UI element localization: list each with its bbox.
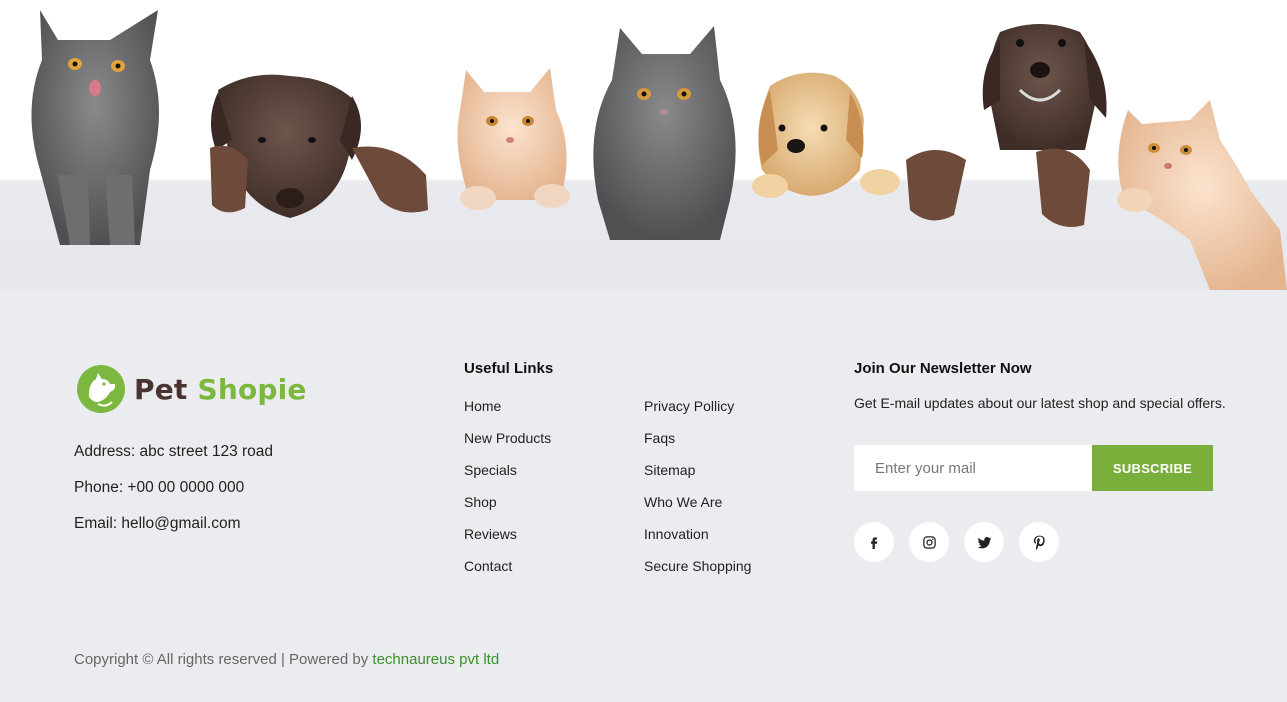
footer-link-faqs[interactable]: Faqs [644,429,751,461]
footer-link-privacy-policy[interactable]: Privacy Pollicy [644,397,751,429]
brand-name-part1: Pet [134,372,188,406]
footer-link-innovation[interactable]: Innovation [644,525,751,557]
footer-link-sitemap[interactable]: Sitemap [644,461,751,493]
hero-banner-image [0,0,1287,290]
newsletter-title: Join Our Newsletter Now [854,360,1032,377]
instagram-icon [922,535,936,549]
pet-logo-icon [77,365,125,413]
footer-link-reviews[interactable]: Reviews [464,525,551,557]
pinterest-icon [1033,535,1045,550]
instagram-button[interactable] [909,522,949,562]
facebook-button[interactable] [854,522,894,562]
footer-link-secure-shopping[interactable]: Secure Shopping [644,557,751,589]
grey-kitten-center [593,26,736,240]
email-input[interactable] [854,445,1092,491]
useful-links-column-1: Home New Products Specials Shop Reviews … [464,397,551,589]
grey-kitten-left [31,10,159,245]
copyright-label: Copyright © All rights reserved | Powere… [74,651,373,668]
contact-phone: Phone: +00 00 0000 000 [74,479,245,496]
social-links [854,522,1059,562]
footer-link-contact[interactable]: Contact [464,557,551,589]
footer-link-shop[interactable]: Shop [464,493,551,525]
pets-illustration [31,10,1287,290]
footer-link-specials[interactable]: Specials [464,461,551,493]
powered-by-link[interactable]: technaureus pvt ltd [372,651,499,668]
brand-name: Pet Shopie [134,373,307,406]
footer-link-who-we-are[interactable]: Who We Are [644,493,751,525]
ginger-cat-right [1117,100,1287,290]
subscribe-button[interactable]: SUBSCRIBE [1092,445,1213,491]
contact-info: Address: abc street 123 road Phone: +00 … [74,442,273,550]
brand-logo[interactable]: Pet Shopie [76,364,307,414]
footer-link-home[interactable]: Home [464,397,551,429]
footer-link-new-products[interactable]: New Products [464,429,551,461]
copyright-text: Copyright © All rights reserved | Powere… [74,651,499,668]
brown-puppy-left [210,74,428,218]
golden-puppy [752,72,900,198]
ginger-kitten [457,68,570,210]
facebook-icon [871,537,878,549]
newsletter-form: SUBSCRIBE [854,445,1213,491]
pinterest-button[interactable] [1019,522,1059,562]
brand-name-part2: Shopie [197,372,307,406]
twitter-icon [977,536,991,548]
newsletter-description: Get E-mail updates about our latest shop… [854,395,1226,411]
brown-puppy-right [906,24,1107,227]
useful-links-title: Useful Links [464,360,554,377]
contact-email: Email: hello@gmail.com [74,515,241,532]
useful-links-column-2: Privacy Pollicy Faqs Sitemap Who We Are … [644,397,751,589]
twitter-button[interactable] [964,522,1004,562]
site-footer: Pet Shopie Address: abc street 123 road … [0,290,1287,702]
contact-address: Address: abc street 123 road [74,443,274,460]
